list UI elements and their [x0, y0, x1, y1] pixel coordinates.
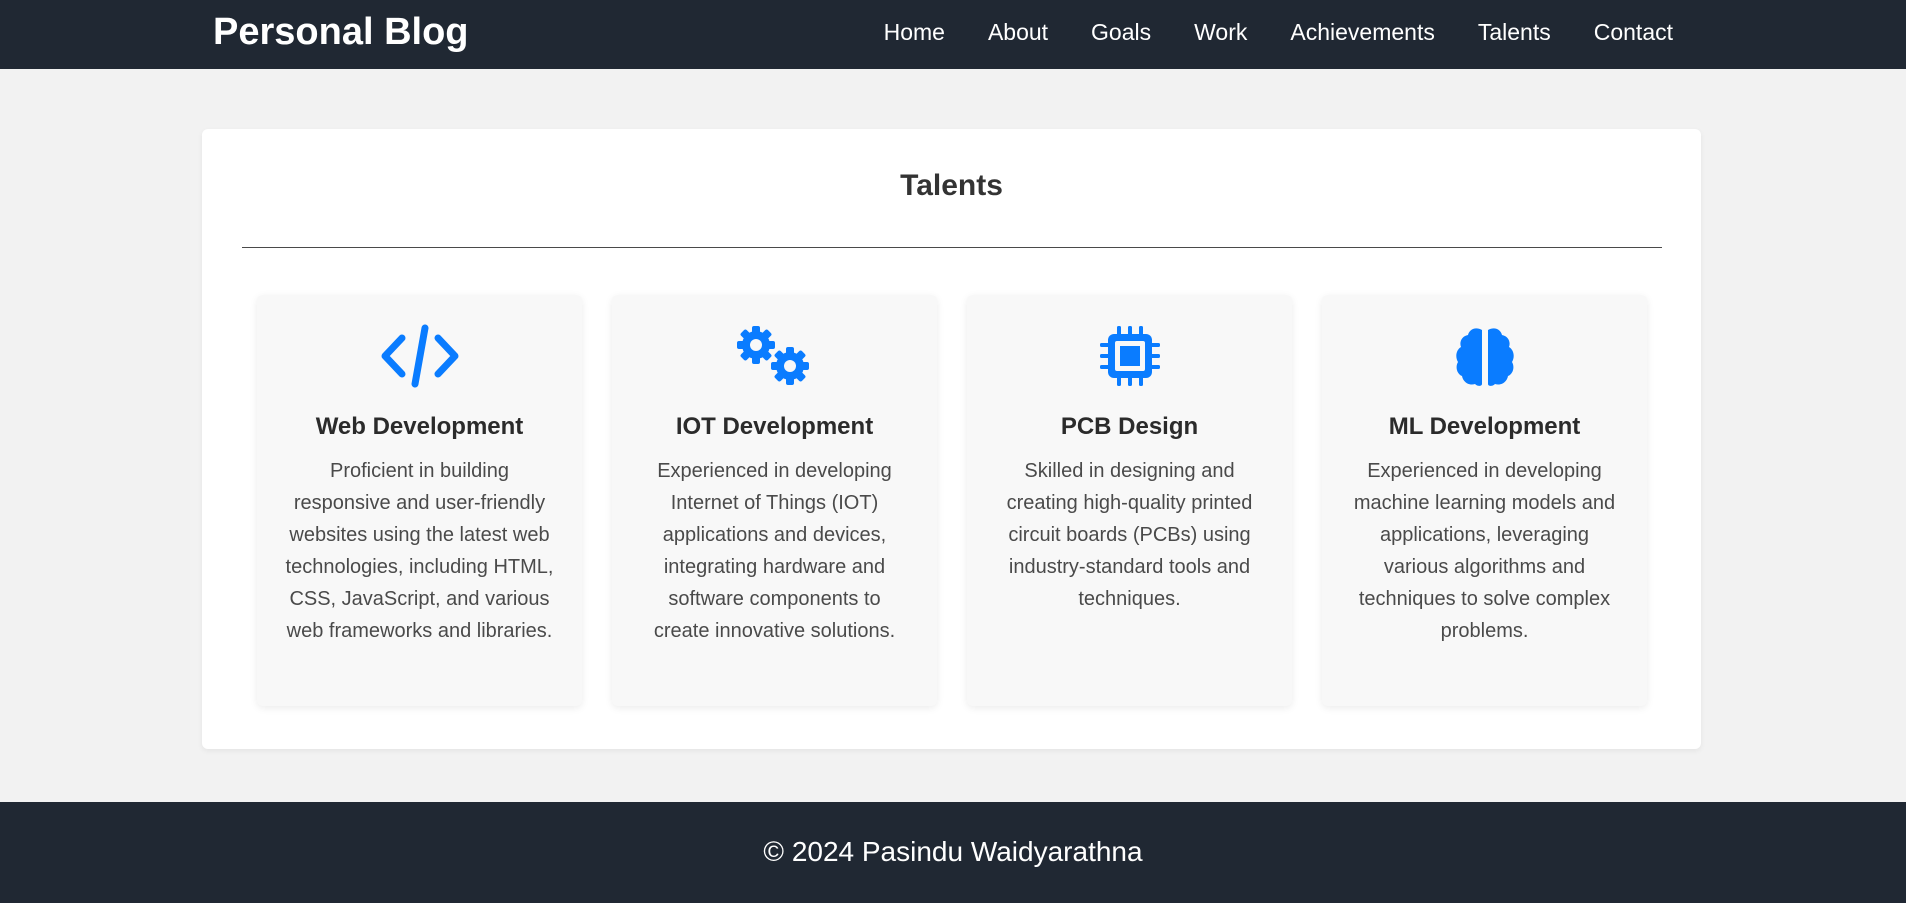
code-icon — [257, 323, 582, 389]
site-footer: © 2024 Pasindu Waidyarathna — [0, 802, 1906, 903]
talent-title: ML Development — [1388, 413, 1581, 440]
top-navbar: Personal Blog Home About Goals Work Achi… — [0, 0, 1906, 69]
site-brand[interactable]: Personal Blog — [213, 10, 469, 54]
gears-icon — [612, 323, 937, 389]
nav-link-home[interactable]: Home — [884, 18, 945, 46]
footer-copyright: © 2024 Pasindu Waidyarathna — [763, 836, 1143, 867]
microchip-icon — [967, 323, 1292, 389]
talent-card-iot-development: IOT Development Experienced in developin… — [612, 295, 937, 706]
talent-description: Experienced in developing machine learni… — [1353, 460, 1616, 642]
talent-description: Experienced in developing Internet of Th… — [653, 460, 896, 642]
section-title: Talents — [900, 169, 1003, 202]
talents-section: Talents Web Development Proficient in bu… — [202, 129, 1701, 749]
nav-link-talents[interactable]: Talents — [1478, 18, 1551, 46]
nav-link-goals[interactable]: Goals — [1091, 18, 1151, 46]
talent-card-web-development: Web Development Proficient in building r… — [257, 295, 582, 706]
talent-title: PCB Design — [1060, 413, 1199, 440]
nav-link-work[interactable]: Work — [1194, 18, 1247, 46]
talent-description: Skilled in designing and creating high-q… — [1006, 460, 1253, 610]
nav-link-about[interactable]: About — [988, 18, 1048, 46]
talent-card-pcb-design: PCB Design Skilled in designing and crea… — [967, 295, 1292, 706]
talent-card-ml-development: ML Development Experienced in developing… — [1322, 295, 1647, 706]
nav-link-achievements[interactable]: Achievements — [1290, 18, 1434, 46]
talent-description: Proficient in building responsive and us… — [285, 460, 554, 642]
talent-title: Web Development — [315, 413, 524, 440]
main-nav: Home About Goals Work Achievements Talen… — [884, 0, 1673, 64]
nav-link-contact[interactable]: Contact — [1594, 18, 1673, 46]
brain-icon — [1322, 323, 1647, 389]
talent-title: IOT Development — [675, 413, 874, 440]
section-divider — [242, 247, 1662, 248]
